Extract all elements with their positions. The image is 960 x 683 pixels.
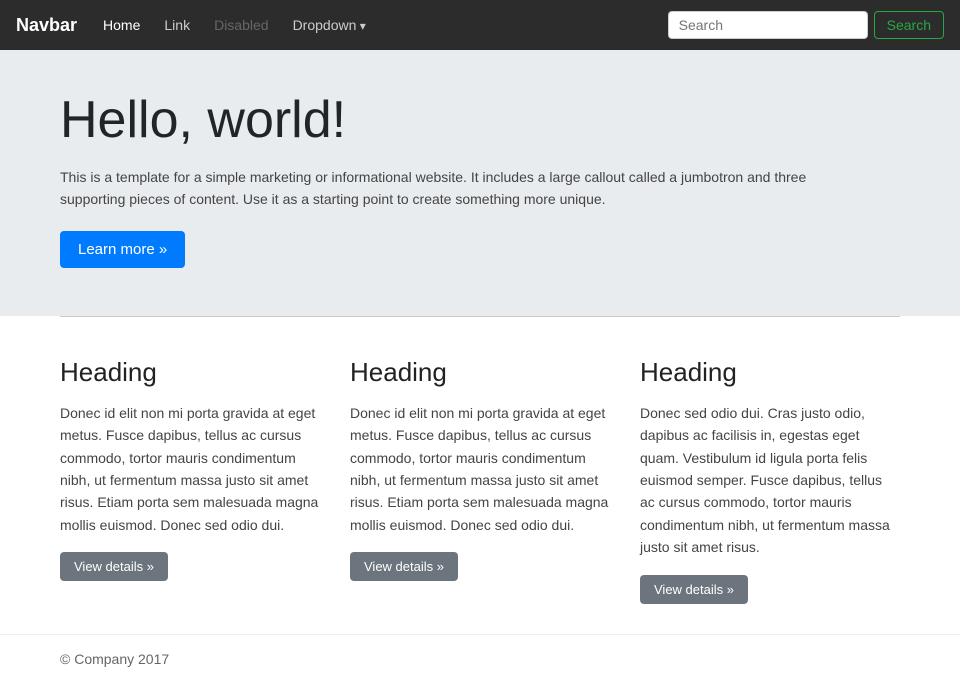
nav-link-home[interactable]: Home	[93, 9, 150, 41]
navbar: Navbar Home Link Disabled Dropdown Searc…	[0, 0, 960, 50]
navbar-search: Search	[668, 11, 944, 39]
content-card-1: Heading Donec id elit non mi porta gravi…	[60, 357, 320, 604]
search-input[interactable]	[668, 11, 868, 39]
card-1-view-details-button[interactable]: View details »	[60, 552, 168, 581]
content-grid: Heading Donec id elit non mi porta gravi…	[60, 357, 900, 604]
content-section: Heading Donec id elit non mi porta gravi…	[0, 317, 960, 634]
jumbotron-heading: Hello, world!	[60, 90, 900, 150]
card-3-body: Donec sed odio dui. Cras justo odio, dap…	[640, 402, 900, 559]
nav-link-dropdown[interactable]: Dropdown	[283, 9, 376, 41]
nav-links: Home Link Disabled Dropdown	[93, 9, 668, 41]
card-3-heading: Heading	[640, 357, 900, 388]
jumbotron-description: This is a template for a simple marketin…	[60, 166, 810, 211]
footer-text: © Company 2017	[60, 651, 169, 667]
nav-link-link[interactable]: Link	[154, 9, 200, 41]
card-1-heading: Heading	[60, 357, 320, 388]
navbar-brand[interactable]: Navbar	[16, 15, 77, 36]
nav-link-disabled: Disabled	[204, 9, 278, 41]
jumbotron: Hello, world! This is a template for a s…	[0, 50, 960, 316]
card-2-view-details-button[interactable]: View details »	[350, 552, 458, 581]
search-button[interactable]: Search	[874, 11, 944, 39]
card-2-heading: Heading	[350, 357, 610, 388]
card-2-body: Donec id elit non mi porta gravida at eg…	[350, 402, 610, 536]
footer: © Company 2017	[0, 634, 960, 683]
content-card-2: Heading Donec id elit non mi porta gravi…	[350, 357, 610, 604]
learn-more-button[interactable]: Learn more »	[60, 231, 185, 268]
card-3-view-details-button[interactable]: View details »	[640, 575, 748, 604]
card-1-body: Donec id elit non mi porta gravida at eg…	[60, 402, 320, 536]
content-card-3: Heading Donec sed odio dui. Cras justo o…	[640, 357, 900, 604]
